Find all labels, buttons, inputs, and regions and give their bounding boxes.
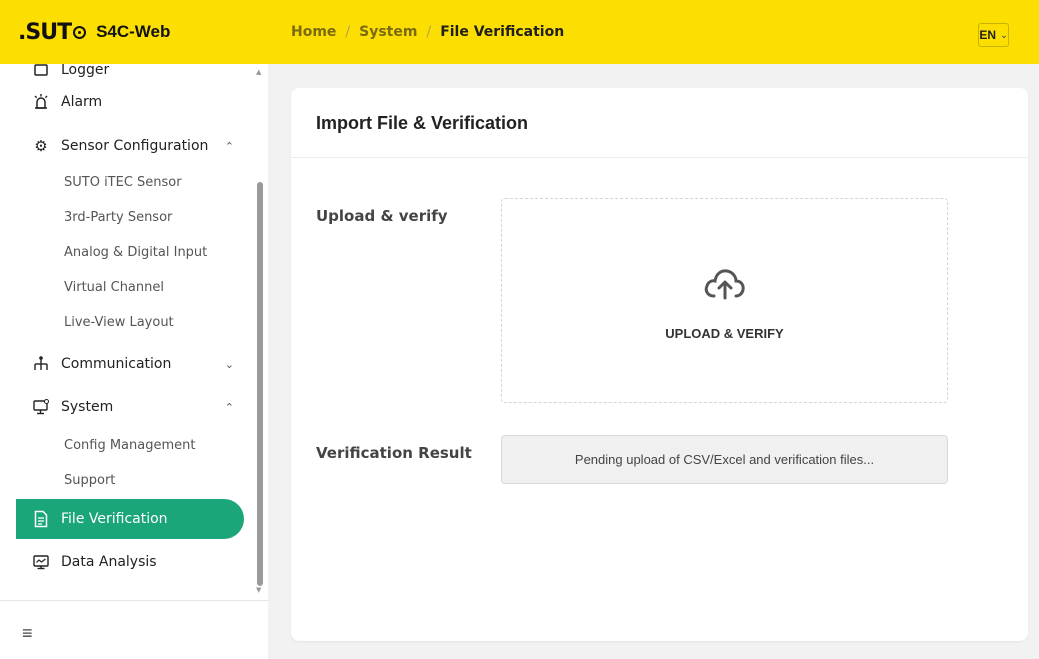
chart-monitor-icon [31,552,51,572]
sidebar-item-sensor-configuration[interactable]: ⚙ Sensor Configuration ⌃ [16,126,244,166]
network-icon [31,354,51,374]
breadcrumb-separator: / [345,24,351,40]
import-verification-card: Import File & Verification Upload & veri… [291,88,1028,641]
sidebar-subitem-virtual-channel[interactable]: Virtual Channel [64,272,164,302]
sidebar-item-data-analysis[interactable]: Data Analysis [16,542,244,582]
cloud-upload-icon [704,269,745,300]
app-name: S4C-Web [96,22,171,41]
alarm-icon [31,92,51,112]
chevron-up-icon: ⌃ [224,139,234,153]
hamburger-icon[interactable]: ≡ [22,623,33,644]
chevron-down-icon: ⌄ [224,357,234,371]
upload-label: Upload & verify [316,207,448,225]
suto-logo: .SUT [18,20,87,45]
verification-result-text: Pending upload of CSV/Excel and verifica… [574,452,875,467]
sidebar-subitem-support[interactable]: Support [64,465,115,495]
brand[interactable]: .SUT S4C-Web [18,0,170,64]
sidebar-nav: Logger Alarm ⚙ Sensor Configuration ⌃ SU… [0,64,268,599]
card-title: Import File & Verification [316,113,529,133]
sidebar-subitem-config-management[interactable]: Config Management [64,430,195,460]
sidebar-subitem-3rd-party-sensor[interactable]: 3rd-Party Sensor [64,202,172,232]
breadcrumb-home[interactable]: Home [291,24,336,40]
sidebar-item-alarm[interactable]: Alarm [16,82,244,122]
scroll-down-arrow-icon[interactable]: ▼ [256,586,261,594]
sidebar-item-system[interactable]: System ⌃ [16,387,244,427]
top-bar: .SUT S4C-Web Home / System / File Verifi… [0,0,1039,64]
sidebar-subitem-analog-digital-input[interactable]: Analog & Digital Input [64,237,207,267]
breadcrumb-system[interactable]: System [359,24,417,40]
sidebar-item-label: System [61,399,114,415]
sidebar-item-file-verification[interactable]: File Verification [16,499,244,539]
breadcrumb-separator: / [426,24,432,40]
sidebar-subitem-live-view-layout[interactable]: Live-View Layout [64,307,174,337]
verification-result-box: Pending upload of CSV/Excel and verifica… [501,435,948,484]
verification-result-label: Verification Result [316,444,472,462]
sidebar-subitem-suto-itec-sensor[interactable]: SUTO iTEC Sensor [64,167,182,197]
chevron-up-icon: ⌃ [224,400,234,414]
language-select[interactable]: EN ⌄ [978,23,1009,47]
file-icon [31,509,51,529]
sidebar-item-communication[interactable]: Communication ⌄ [16,344,244,384]
sidebar-scrollbar[interactable]: ▲ ▼ [255,68,265,598]
breadcrumb-current: File Verification [440,24,565,40]
sidebar-item-label: File Verification [61,511,168,527]
sidebar-item-label: Communication [61,356,172,372]
monitor-icon [31,397,51,417]
scroll-up-arrow-icon[interactable]: ▲ [256,68,261,76]
breadcrumb: Home / System / File Verification [291,0,564,64]
gear-icon: ⚙ [34,137,48,155]
logger-icon [31,64,51,80]
upload-dropzone[interactable]: UPLOAD & VERIFY [501,198,948,403]
divider [291,157,1028,158]
sidebar-item-label: Sensor Configuration [61,138,209,154]
sidebar-item-label: Logger [61,64,110,78]
sidebar-footer: ≡ [0,600,268,659]
sidebar-item-label: Data Analysis [61,554,157,570]
language-value: EN [979,28,997,42]
sidebar: Logger Alarm ⚙ Sensor Configuration ⌃ SU… [0,64,268,659]
chevron-down-icon: ⌄ [1000,29,1008,40]
scrollbar-thumb[interactable] [257,182,263,586]
upload-verify-button[interactable]: UPLOAD & VERIFY [502,326,947,341]
sidebar-item-label: Alarm [61,94,103,110]
